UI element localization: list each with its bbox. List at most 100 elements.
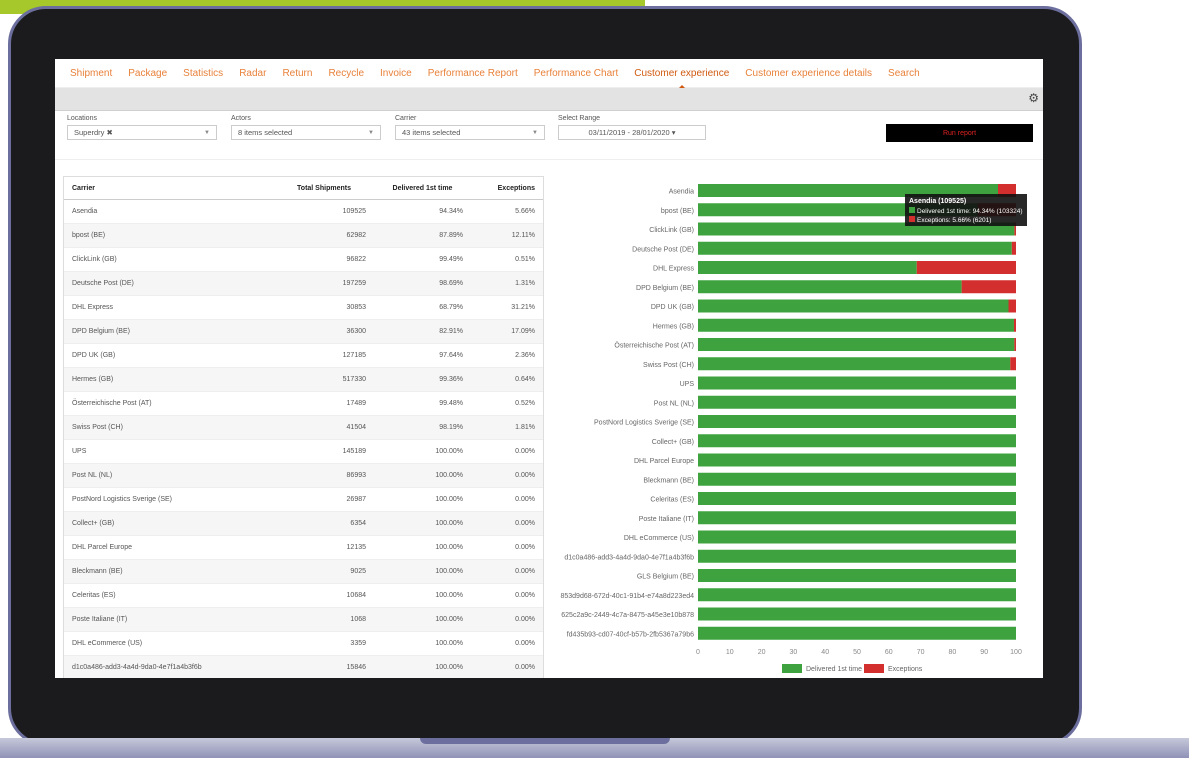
actors-value: 8 items selected — [238, 128, 293, 137]
bar-segment — [698, 607, 1016, 621]
bar-segment — [698, 511, 1016, 525]
table-row[interactable]: Swiss Post (CH) 41504 98.19% 1.81% — [64, 415, 543, 440]
table-row[interactable]: bpost (BE) 62982 87.89% 12.11% — [64, 223, 543, 248]
category-label: DHL eCommerce (US) — [624, 535, 694, 542]
table-cell: 197259 — [274, 271, 374, 296]
category-label: Österreichische Post (AT) — [614, 342, 694, 350]
category-label: bpost (BE) — [661, 208, 694, 215]
column-header[interactable]: Total Shipments — [274, 177, 374, 200]
bar-segment — [698, 338, 1015, 351]
table-cell: 0.00% — [471, 583, 543, 608]
tab-performance-chart[interactable]: Performance Chart — [534, 68, 618, 79]
bar-segment — [698, 376, 1016, 390]
table-row[interactable]: PostNord Logistics Sverige (SE) 26987 100.… — [64, 487, 543, 512]
bar-segment — [698, 395, 1016, 409]
table-row[interactable]: Collect+ (GB) 6354 100.00% 0.00% — [64, 511, 543, 536]
table-cell: 100.00% — [374, 631, 471, 656]
range-value: 03/11/2019 - 28/01/2020 ▾ — [588, 128, 676, 137]
table-row[interactable]: Asendia 109525 94.34% 5.66% — [64, 199, 543, 224]
table-cell: 30853 — [274, 295, 374, 320]
tab-shipment[interactable]: Shipment — [70, 68, 112, 79]
toolbar: ⚙ — [55, 88, 1043, 111]
x-tick-label: 10 — [726, 649, 734, 656]
category-label: Asendia — [669, 189, 694, 196]
bar-segment — [698, 261, 917, 274]
table-row[interactable]: Hermes (GB) 517330 99.36% 0.64% — [64, 367, 543, 392]
table-cell: DHL eCommerce (US) — [64, 631, 274, 656]
column-header[interactable]: Carrier — [64, 177, 274, 200]
locations-select[interactable]: Superdry ✖ ▼ — [67, 125, 217, 140]
table-row[interactable]: DPD UK (GB) 127185 97.64% 2.36% — [64, 343, 543, 368]
tab-invoice[interactable]: Invoice — [380, 68, 412, 79]
tab-recycle[interactable]: Recycle — [328, 68, 364, 79]
table-row[interactable]: d1c0a486-add3-4a4d-9da0-4e7f1a4b3f6b 1584… — [64, 655, 543, 678]
laptop-notch — [420, 738, 670, 744]
table-cell: 6354 — [274, 511, 374, 536]
bar-segment — [698, 453, 1016, 467]
column-header[interactable]: Exceptions — [471, 177, 543, 200]
table-row[interactable]: DHL Parcel Europe 12135 100.00% 0.00% — [64, 535, 543, 560]
tab-radar[interactable]: Radar — [239, 68, 266, 79]
carrier-label: Carrier — [395, 115, 417, 122]
category-label: Poste Italiane (IT) — [639, 516, 694, 523]
actors-filter: Actors 8 items selected ▼ — [231, 115, 381, 140]
category-label: DPD Belgium (BE) — [636, 285, 694, 292]
tooltip-line: Exceptions: 5.66% (6201) — [917, 217, 991, 224]
bar-segment — [698, 318, 1014, 332]
locations-value: Superdry ✖ — [74, 128, 113, 137]
table-cell: 97.64% — [374, 343, 471, 368]
table-row[interactable]: Deutsche Post (DE) 197259 98.69% 1.31% — [64, 271, 543, 296]
tab-customer-experience-details[interactable]: Customer experience details — [745, 68, 872, 79]
tab-return[interactable]: Return — [282, 68, 312, 79]
table-cell: 100.00% — [374, 607, 471, 632]
bar-segment — [698, 299, 1009, 313]
carrier-select[interactable]: 43 items selected ▼ — [395, 125, 545, 140]
table-cell: 98.69% — [374, 271, 471, 296]
tab-search[interactable]: Search — [888, 68, 920, 79]
table-cell: DPD Belgium (BE) — [64, 319, 274, 344]
table-cell: ClickLink (GB) — [64, 247, 274, 272]
table-cell: UPS — [64, 439, 274, 464]
legend-swatch — [782, 664, 802, 673]
table-row[interactable]: DHL Express 30853 68.79% 31.21% — [64, 295, 543, 320]
category-label: 853d9d68-672d-40c1-91b4-e74a8d223ed4 — [560, 593, 694, 600]
bar-segment — [698, 626, 1016, 640]
table-row[interactable]: Celeritas (ES) 10684 100.00% 0.00% — [64, 583, 543, 608]
table-row[interactable]: Bleckmann (BE) 9025 100.00% 0.00% — [64, 559, 543, 584]
table-row[interactable]: Österreichische Post (AT) 17489 99.48% 0.52… — [64, 391, 543, 416]
table-cell: 26987 — [274, 487, 374, 512]
table-row[interactable]: DHL eCommerce (US) 3359 100.00% 0.00% — [64, 631, 543, 656]
run-report-button[interactable]: Run report — [886, 124, 1033, 142]
table-cell: Swiss Post (CH) — [64, 415, 274, 440]
gear-icon[interactable]: ⚙ — [1028, 91, 1039, 105]
table-row[interactable]: Poste Italiane (IT) 1068 100.00% 0.00% — [64, 607, 543, 632]
bar-segment — [1011, 241, 1016, 255]
table-cell: 99.36% — [374, 367, 471, 392]
table-cell: Collect+ (GB) — [64, 511, 274, 536]
locations-filter: Locations Superdry ✖ ▼ — [67, 115, 217, 140]
x-tick-label: 20 — [758, 649, 766, 656]
tab-statistics[interactable]: Statistics — [183, 68, 223, 79]
carrier-filter: Carrier 43 items selected ▼ — [395, 115, 545, 140]
table-cell: 0.00% — [471, 487, 543, 512]
table-cell: 0.00% — [471, 511, 543, 536]
tab-performance-report[interactable]: Performance Report — [428, 68, 518, 79]
chevron-down-icon: ▼ — [368, 129, 374, 136]
x-tick-label: 90 — [980, 649, 988, 656]
table-row[interactable]: Post NL (NL) 86993 100.00% 0.00% — [64, 463, 543, 488]
date-range-picker[interactable]: 03/11/2019 - 28/01/2020 ▾ — [558, 125, 706, 140]
column-header[interactable]: Delivered 1st time — [374, 177, 471, 200]
category-label: ClickLink (GB) — [649, 227, 694, 234]
tooltip-line: Delivered 1st time: 94.34% (103324) — [917, 208, 1023, 215]
table-row[interactable]: UPS 145189 100.00% 0.00% — [64, 439, 543, 464]
table-cell: 1.31% — [471, 271, 543, 296]
actors-select[interactable]: 8 items selected ▼ — [231, 125, 381, 140]
table-cell: 2.36% — [471, 343, 543, 368]
table-cell: 86993 — [274, 463, 374, 488]
table-cell: 94.34% — [374, 199, 471, 224]
table-row[interactable]: ClickLink (GB) 96822 99.49% 0.51% — [64, 247, 543, 272]
x-tick-label: 40 — [821, 649, 829, 656]
tab-package[interactable]: Package — [128, 68, 167, 79]
tab-customer-experience[interactable]: Customer experience — [634, 68, 729, 90]
table-row[interactable]: DPD Belgium (BE) 36300 82.91% 17.09% — [64, 319, 543, 344]
